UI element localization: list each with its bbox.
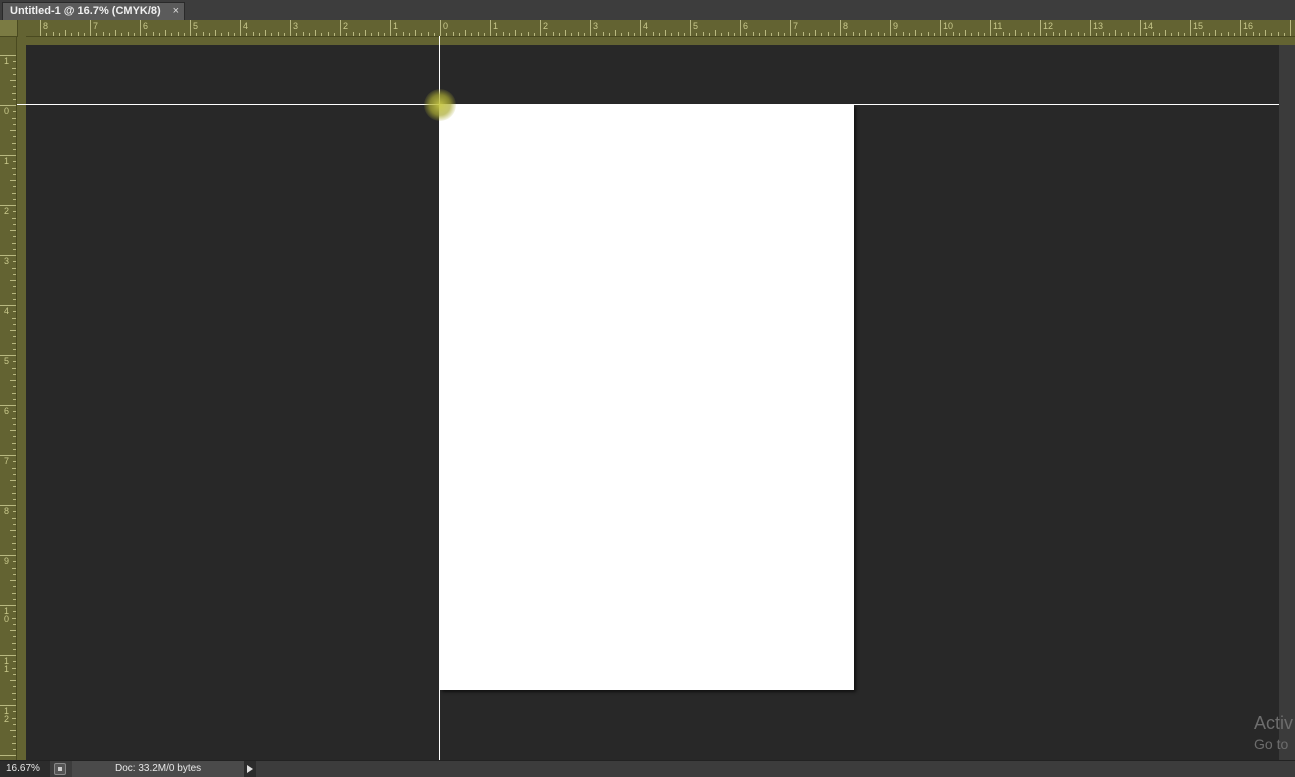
triangle-right-icon[interactable] (244, 761, 256, 777)
activation-watermark: Activ Go to (1254, 712, 1293, 754)
document-tab-bar: Untitled-1 @ 16.7% (CMYK/8) × (0, 0, 1295, 21)
vertical-scrollbar[interactable] (1279, 45, 1295, 760)
ruler-label: 10 (943, 21, 953, 31)
proof-setup-icon[interactable] (54, 763, 66, 775)
ruler-label: 1 (4, 156, 9, 166)
ruler-label: 5 (693, 21, 698, 31)
ruler-label: 4 (643, 21, 648, 31)
ruler-label: 13 (1093, 21, 1103, 31)
ruler-label: 5 (4, 356, 9, 366)
vertical-ruler[interactable]: 10123456789101112 (0, 20, 26, 760)
ruler-label: 9 (4, 556, 9, 566)
ruler-label: 8 (4, 506, 9, 516)
ruler-label: 16 (1243, 21, 1253, 31)
ruler-label: 0 (4, 106, 9, 116)
ruler-label: 2 (4, 714, 9, 724)
ruler-label: 0 (4, 614, 9, 624)
doc-info: Doc: 33.2M/0 bytes (72, 761, 244, 777)
horizontal-ruler-graphic: 8 7 6 5 4 3 2 1 0 1 2 3 4 5 6 7 8 9 10 11 12 13 14 15 16 (17, 20, 1295, 37)
ruler-label: 4 (243, 21, 248, 31)
ruler-label: 1 (493, 21, 498, 31)
ruler-label: 2 (4, 206, 9, 216)
vertical-guide[interactable] (439, 36, 440, 760)
document-tab[interactable]: Untitled-1 @ 16.7% (CMYK/8) × (2, 2, 185, 20)
ruler-label: 3 (293, 21, 298, 31)
ruler-label: 7 (4, 456, 9, 466)
ruler-label: 1 (4, 56, 9, 66)
close-icon[interactable]: × (173, 3, 179, 19)
ruler-label: 15 (1193, 21, 1203, 31)
ruler-label: 3 (4, 256, 9, 266)
ruler-label: 14 (1143, 21, 1153, 31)
watermark-line-2: Go to (1254, 736, 1289, 752)
ruler-label: 6 (143, 21, 148, 31)
ruler-label: 9 (893, 21, 898, 31)
ruler-label: 5 (193, 21, 198, 31)
horizontal-guide[interactable] (17, 104, 1279, 105)
ruler-label: 1 (4, 664, 9, 674)
ruler-label: 6 (743, 21, 748, 31)
ruler-origin-corner[interactable] (0, 20, 18, 37)
ruler-label: 0 (443, 21, 448, 31)
watermark-line-1: Activ (1254, 713, 1294, 733)
ruler-label: 11 (993, 21, 1002, 31)
ruler-label: 6 (4, 406, 9, 416)
document-tab-title: Untitled-1 @ 16.7% (CMYK/8) (10, 5, 161, 17)
horizontal-ruler[interactable]: 8 7 6 5 4 3 2 1 0 1 2 3 4 5 6 7 8 9 10 11 12 13 14 15 16 (0, 20, 1295, 45)
ruler-label: 3 (593, 21, 598, 31)
cursor-highlight (424, 89, 456, 121)
ruler-label: 1 (393, 21, 398, 31)
ruler-label: 8 (843, 21, 848, 31)
ruler-label: 7 (93, 21, 98, 31)
ruler-label: 2 (343, 21, 348, 31)
status-bar: 16.67% Doc: 33.2M/0 bytes (0, 760, 1295, 777)
ruler-label: 4 (4, 306, 9, 316)
vertical-ruler-graphic: 10123456789101112 (0, 36, 17, 760)
ruler-label: 12 (1043, 21, 1053, 31)
document-page[interactable] (440, 105, 854, 690)
ruler-label: 7 (793, 21, 798, 31)
zoom-field[interactable]: 16.67% (0, 761, 50, 777)
ruler-label: 2 (543, 21, 548, 31)
ruler-label: 8 (43, 21, 48, 31)
